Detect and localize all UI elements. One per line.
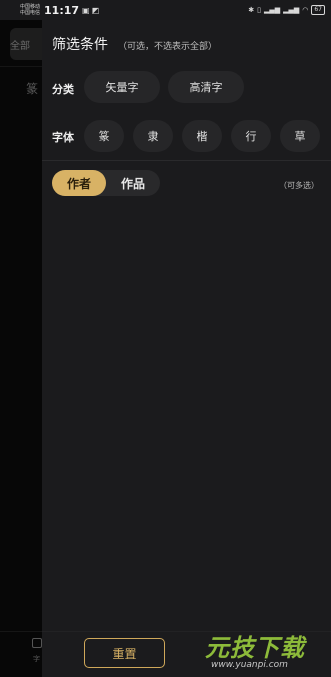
panel-subtitle: （可选，不选表示全部）	[118, 42, 218, 52]
notification-icon: ▣	[82, 5, 90, 15]
bluetooth-icon: ✱	[248, 6, 255, 14]
clock: 11:17	[44, 3, 80, 17]
wifi-icon: ◠	[302, 6, 309, 14]
nfc-icon: ◩	[91, 5, 100, 15]
background-bottom-icon	[32, 638, 42, 648]
section-divider	[42, 160, 331, 161]
carrier-2: 中国电信	[20, 10, 41, 16]
background-search-text: 全部	[10, 41, 30, 52]
author-work-tabs: 作者 作品	[52, 170, 160, 196]
font-chip-clerical[interactable]: 隶	[133, 120, 173, 152]
filter-panel: 筛选条件 （可选，不选表示全部） 分类 矢量字 高清字 字体 篆 隶 楷 行 草…	[42, 20, 331, 677]
category-chip-hd[interactable]: 高清字	[168, 71, 244, 103]
font-chip-seal[interactable]: 篆	[84, 120, 124, 152]
watermark-url: www.yuanpi.com	[211, 660, 288, 670]
panel-title: 筛选条件	[52, 37, 108, 53]
font-chip-cursive[interactable]: 草	[280, 120, 320, 152]
tab-author[interactable]: 作者	[52, 170, 106, 196]
battery-icon: 67	[311, 5, 325, 15]
status-right: ✱ ▯ ▂▄▆ ▂▄▆ ◠ 67	[248, 5, 325, 15]
category-chip-vector[interactable]: 矢量字	[84, 71, 160, 103]
multi-select-hint: （可多选）	[279, 181, 319, 190]
carrier-info: 中国移动 中国电信	[20, 4, 40, 16]
background-tab: 篆	[26, 82, 39, 96]
background-divider	[0, 66, 42, 67]
vibrate-icon: ▯	[257, 6, 261, 14]
status-bar: 中国移动 中国电信 11:17 ▣ ◩ ✱ ▯ ▂▄▆ ▂▄▆ ◠ 67	[0, 0, 331, 20]
signal-icon: ▂▄▆	[263, 6, 281, 14]
tab-work[interactable]: 作品	[106, 170, 160, 196]
category-label: 分类	[52, 83, 74, 96]
watermark-logo: 元技下载 www.yuanpi.com	[205, 628, 327, 674]
reset-button[interactable]: 重置	[84, 638, 165, 668]
font-label: 字体	[52, 131, 74, 144]
background-page[interactable]: 全部 篆 字	[0, 20, 50, 677]
panel-header: 筛选条件 （可选，不选表示全部）	[52, 34, 217, 54]
background-bottom-label: 字	[33, 655, 40, 663]
font-chip-running[interactable]: 行	[231, 120, 271, 152]
signal-2-icon: ▂▄▆	[283, 6, 300, 14]
font-chip-regular[interactable]: 楷	[182, 120, 222, 152]
watermark-text: 元技下载	[205, 634, 305, 662]
